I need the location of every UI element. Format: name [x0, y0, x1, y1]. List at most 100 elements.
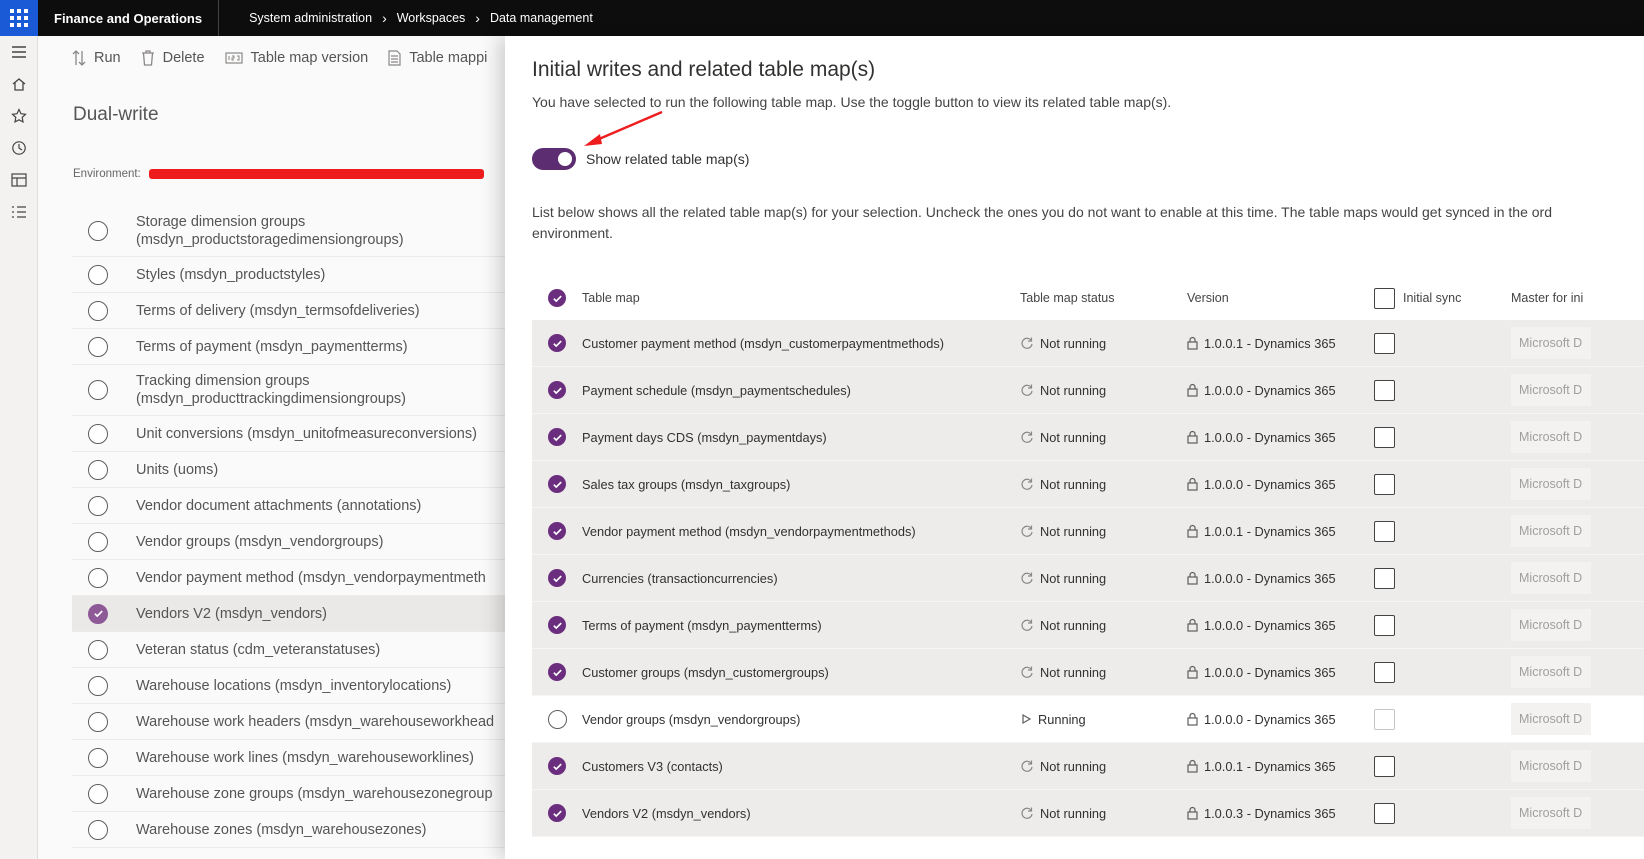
radio-icon[interactable] — [88, 423, 108, 444]
star-icon[interactable] — [0, 100, 38, 132]
list-item[interactable]: Warehouse zone groups (msdyn_warehousezo… — [72, 776, 508, 812]
breadcrumb-item[interactable]: Data management — [490, 11, 593, 25]
initial-sync-checkbox[interactable] — [1365, 567, 1403, 589]
column-header-master[interactable]: Master for ini — [1511, 291, 1644, 305]
master-dropdown[interactable]: Microsoft D — [1511, 421, 1591, 453]
initial-sync-checkbox[interactable] — [1365, 614, 1403, 636]
table-row[interactable]: Vendor groups (msdyn_vendorgroups) Runnin… — [532, 696, 1644, 743]
row-select-checkbox[interactable] — [532, 428, 582, 446]
row-select-checkbox[interactable] — [532, 757, 582, 775]
initial-sync-checkbox[interactable] — [1365, 520, 1403, 542]
column-header-initial-sync[interactable]: Initial sync — [1403, 291, 1511, 305]
app-title[interactable]: Finance and Operations — [38, 0, 220, 36]
list-icon[interactable] — [0, 196, 38, 228]
radio-icon[interactable] — [88, 459, 108, 480]
master-dropdown[interactable]: Microsoft D — [1511, 750, 1591, 782]
radio-icon[interactable] — [88, 747, 108, 768]
master-dropdown[interactable]: Microsoft D — [1511, 468, 1591, 500]
radio-icon[interactable] — [88, 711, 108, 732]
master-dropdown[interactable]: Microsoft D — [1511, 656, 1591, 688]
table-row[interactable]: Customer payment method (msdyn_customerp… — [532, 320, 1644, 367]
initial-sync-checkbox[interactable] — [1365, 802, 1403, 824]
run-button[interactable]: Run — [72, 50, 121, 66]
list-item[interactable]: Vendor payment method (msdyn_vendorpayme… — [72, 560, 508, 596]
radio-icon[interactable] — [88, 495, 108, 516]
clock-icon[interactable] — [0, 132, 38, 164]
initial-sync-checkbox[interactable] — [1365, 708, 1403, 730]
table-row[interactable]: Customers V3 (contacts) Not running 1.0.0.… — [532, 743, 1644, 790]
list-item[interactable]: Warehouse work headers (msdyn_warehousew… — [72, 704, 508, 740]
row-select-checkbox[interactable] — [532, 522, 582, 540]
list-item[interactable]: Vendors V2 (msdyn_vendors) — [72, 596, 508, 632]
row-select-checkbox[interactable] — [532, 663, 582, 681]
row-select-checkbox[interactable] — [532, 804, 582, 822]
table-map-version-button[interactable]: Table map version — [224, 50, 368, 66]
row-select-checkbox[interactable] — [532, 709, 582, 729]
master-dropdown[interactable]: Microsoft D — [1511, 515, 1591, 547]
list-item[interactable]: Terms of delivery (msdyn_termsofdeliveri… — [72, 293, 508, 329]
select-all-checkbox[interactable] — [532, 289, 582, 307]
list-item[interactable]: Warehouse locations (msdyn_inventoryloca… — [72, 668, 508, 704]
table-mapping-button[interactable]: Table mappi — [388, 50, 487, 66]
list-item[interactable]: Warehouse work lines (msdyn_warehousewor… — [72, 740, 508, 776]
master-dropdown[interactable]: Microsoft D — [1511, 374, 1591, 406]
master-dropdown[interactable]: Microsoft D — [1511, 797, 1591, 829]
initial-sync-checkbox[interactable] — [1365, 332, 1403, 354]
radio-icon[interactable] — [88, 336, 108, 357]
row-select-checkbox[interactable] — [532, 569, 582, 587]
breadcrumb-item[interactable]: System administration — [249, 11, 372, 25]
radio-icon[interactable] — [88, 783, 108, 804]
row-select-checkbox[interactable] — [532, 334, 582, 352]
list-item[interactable]: Vendor groups (msdyn_vendorgroups) — [72, 524, 508, 560]
radio-icon[interactable] — [88, 380, 108, 400]
initial-sync-checkbox[interactable] — [1365, 426, 1403, 448]
radio-checked-icon[interactable] — [88, 603, 108, 624]
row-select-checkbox[interactable] — [532, 381, 582, 399]
master-dropdown[interactable]: Microsoft D — [1511, 327, 1591, 359]
radio-icon[interactable] — [88, 300, 108, 321]
list-item[interactable]: Warehouse zones (msdyn_warehousezones) — [72, 812, 508, 848]
row-select-checkbox[interactable] — [532, 475, 582, 493]
table-row[interactable]: Vendors V2 (msdyn_vendors) Not running 1.0… — [532, 790, 1644, 837]
list-item[interactable]: Veteran status (cdm_veteranstatuses) — [72, 632, 508, 668]
radio-icon[interactable] — [88, 675, 108, 696]
radio-icon[interactable] — [88, 819, 108, 840]
initial-sync-checkbox[interactable] — [1365, 379, 1403, 401]
list-item[interactable]: Units (uoms) — [72, 452, 508, 488]
radio-icon[interactable] — [88, 531, 108, 552]
radio-icon[interactable] — [88, 567, 108, 588]
show-related-toggle[interactable] — [532, 148, 576, 170]
app-launcher-icon[interactable] — [0, 0, 38, 36]
table-row[interactable]: Vendor payment method (msdyn_vendorpayme… — [532, 508, 1644, 555]
table-row[interactable]: Sales tax groups (msdyn_taxgroups) Not ru… — [532, 461, 1644, 508]
delete-button[interactable]: Delete — [141, 50, 205, 66]
initial-sync-all-checkbox[interactable] — [1365, 287, 1403, 309]
home-icon[interactable] — [0, 68, 38, 100]
column-header-table-map[interactable]: Table map — [582, 291, 1020, 305]
initial-sync-checkbox[interactable] — [1365, 755, 1403, 777]
list-item[interactable]: Storage dimension groups (msdyn_products… — [72, 206, 508, 257]
table-row[interactable]: Payment days CDS (msdyn_paymentdays) Not … — [532, 414, 1644, 461]
initial-sync-checkbox[interactable] — [1365, 661, 1403, 683]
table-row[interactable]: Customer groups (msdyn_customergroups) No… — [532, 649, 1644, 696]
hamburger-icon[interactable] — [0, 36, 38, 68]
workspace-icon[interactable] — [0, 164, 38, 196]
list-item[interactable]: Unit conversions (msdyn_unitofmeasurecon… — [72, 416, 508, 452]
column-header-version[interactable]: Version — [1187, 291, 1365, 305]
row-select-checkbox[interactable] — [532, 616, 582, 634]
master-dropdown[interactable]: Microsoft D — [1511, 609, 1591, 641]
table-row[interactable]: Terms of payment (msdyn_paymentterms) Not… — [532, 602, 1644, 649]
breadcrumb-item[interactable]: Workspaces — [397, 11, 466, 25]
list-item[interactable]: Styles (msdyn_productstyles) — [72, 257, 508, 293]
column-header-status[interactable]: Table map status — [1020, 291, 1187, 305]
radio-icon[interactable] — [88, 264, 108, 285]
master-dropdown[interactable]: Microsoft D — [1511, 703, 1591, 735]
list-item[interactable]: Terms of payment (msdyn_paymentterms) — [72, 329, 508, 365]
initial-sync-checkbox[interactable] — [1365, 473, 1403, 495]
radio-icon[interactable] — [88, 639, 108, 660]
list-item[interactable]: Tracking dimension groups (msdyn_product… — [72, 365, 508, 416]
table-row[interactable]: Payment schedule (msdyn_paymentschedules… — [532, 367, 1644, 414]
master-dropdown[interactable]: Microsoft D — [1511, 562, 1591, 594]
radio-icon[interactable] — [88, 221, 108, 241]
table-row[interactable]: Currencies (transactioncurrencies) Not ru… — [532, 555, 1644, 602]
